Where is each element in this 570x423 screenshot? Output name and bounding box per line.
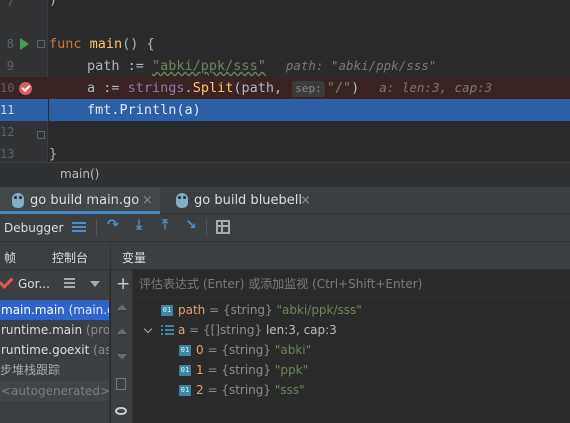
- variables-panel: + 01 path = {string} "abki/ppk/sss" a = …: [111, 270, 570, 423]
- string-literal: "/": [326, 80, 352, 96]
- inline-value-hint: a: len:3, cap:3: [379, 80, 493, 95]
- line-number: 8: [6, 37, 14, 51]
- string-literal: "abki/ppk/sss": [152, 58, 266, 74]
- code-line: path := "abki/ppk/sss" path: "abki/ppk/ss…: [87, 58, 437, 74]
- variable-value: "abki": [274, 343, 312, 357]
- code-line: ): [49, 0, 58, 8]
- variable-icon: 01: [179, 365, 191, 376]
- chevron-down-icon[interactable]: [90, 281, 100, 287]
- frame-item[interactable]: runtime.main (proc: [0, 320, 109, 340]
- run-to-cursor-icon[interactable]: ↘: [182, 217, 200, 236]
- variable-value: "abki/ppk/sss": [276, 303, 362, 317]
- filter-icon[interactable]: [64, 278, 75, 280]
- add-watch-icon[interactable]: +: [116, 274, 130, 294]
- eye-icon[interactable]: [115, 407, 127, 415]
- gutter-line: 9: [0, 55, 48, 77]
- slice-icon: [161, 324, 174, 337]
- code-line: func main() {: [49, 36, 155, 52]
- tab-frames[interactable]: 帧: [4, 249, 16, 266]
- evaluate-expression-bar[interactable]: [133, 270, 570, 298]
- code-line: }: [49, 146, 58, 162]
- tab-go-build-bluebell[interactable]: go build bluebell ×: [164, 187, 314, 214]
- frame-item[interactable]: main.main (main.go: [0, 300, 109, 320]
- code-editor[interactable]: 7 8 9 10 11 12 13 ) func main() { path :…: [0, 0, 570, 162]
- variable-name: 2: [196, 383, 204, 397]
- inline-value-hint: path: "abki/ppk/sss": [285, 58, 437, 73]
- move-down-icon[interactable]: [117, 354, 127, 360]
- variable-name: path: [178, 303, 206, 317]
- function-call: Split: [192, 80, 234, 96]
- variables-sidebar: +: [111, 270, 133, 423]
- toolbar-divider: [206, 219, 207, 236]
- tab-console[interactable]: 控制台: [52, 249, 88, 266]
- step-out-icon[interactable]: ⤒: [156, 217, 174, 236]
- move-up-icon[interactable]: [117, 304, 127, 310]
- close-icon[interactable]: ×: [300, 187, 311, 214]
- thread-name: Gor...: [18, 277, 50, 291]
- variable-row[interactable]: 01 1 = {string} "ppk": [179, 360, 308, 380]
- line-number: 11: [0, 103, 15, 117]
- breakpoint-line: a := strings.Split(path, sep: "/") a: len:…: [49, 77, 570, 99]
- parameter-hint: sep:: [292, 81, 325, 97]
- variable-row[interactable]: 01 2 = {string} "sss": [179, 380, 305, 400]
- variable-row[interactable]: 01 0 = {string} "abki": [179, 340, 311, 360]
- panel-divider: [110, 242, 111, 270]
- package-name: strings: [127, 80, 185, 96]
- check-icon: [0, 274, 14, 289]
- fold-icon[interactable]: [37, 131, 45, 139]
- frame-item[interactable]: <autogenerated>:2: [0, 381, 109, 401]
- step-over-icon[interactable]: ↷: [104, 217, 122, 236]
- execution-line: fmt.Println(a): [49, 99, 570, 121]
- line-number: 12: [0, 125, 15, 139]
- line-number: 10: [0, 81, 15, 95]
- close-icon[interactable]: ×: [142, 187, 153, 214]
- gutter-line: 13: [0, 131, 48, 162]
- variable-name: 0: [196, 343, 204, 357]
- gopher-icon: [12, 193, 24, 208]
- variable-value: "ppk": [274, 363, 309, 377]
- frames-panel: Gor... main.main (main.go runtime.main (…: [0, 270, 110, 423]
- layout-menu-icon[interactable]: [70, 218, 88, 236]
- fold-icon[interactable]: [37, 40, 45, 48]
- frame-item[interactable]: runtime.goexit (asm: [0, 340, 109, 360]
- debugger-tab[interactable]: Debugger: [4, 221, 63, 235]
- variable-value: len:3, cap:3: [265, 323, 337, 337]
- line-number: 9: [6, 59, 14, 73]
- async-stack-trace-label: 异步堆栈跟踪: [0, 363, 61, 377]
- chevron-down-icon[interactable]: [143, 324, 153, 334]
- tab-go-build-main[interactable]: go build main.go ×: [0, 187, 160, 214]
- variable-row[interactable]: 01 path = {string} "abki/ppk/sss": [161, 300, 362, 320]
- gutter-line[interactable]: 8: [0, 33, 48, 55]
- run-gutter-icon[interactable]: [20, 38, 29, 50]
- line-number: 13: [0, 147, 15, 161]
- keyword: func: [49, 36, 82, 52]
- thread-selector[interactable]: Gor...: [0, 270, 109, 298]
- gutter-line[interactable]: 10: [0, 77, 48, 99]
- variable-icon: 01: [179, 345, 191, 356]
- variable-value: "sss": [274, 383, 305, 397]
- variable-icon: 01: [179, 385, 191, 396]
- debug-panel-tabs: 帧 控制台 变量: [0, 242, 570, 270]
- toolbar-divider: [96, 219, 97, 236]
- copy-icon[interactable]: [116, 378, 126, 390]
- evaluate-expression-input[interactable]: [139, 274, 564, 294]
- breadcrumb-item[interactable]: main(): [60, 167, 99, 181]
- variable-icon: 01: [161, 305, 173, 316]
- debug-session-tabs: go build main.go × go build bluebell ×: [0, 186, 570, 214]
- gutter-line: 11: [0, 99, 48, 121]
- breakpoint-icon[interactable]: [19, 82, 32, 95]
- breadcrumb[interactable]: main(): [0, 162, 570, 186]
- debugger-toolbar: Debugger ↷ ⤓ ⤒ ↘: [0, 214, 570, 242]
- variable-row[interactable]: a = {[]string} len:3, cap:3: [143, 320, 337, 340]
- move-up-icon[interactable]: [117, 328, 127, 334]
- step-into-icon[interactable]: ⤓: [130, 217, 148, 236]
- editor-gutter: 7 8 9 10 11 12 13: [0, 0, 48, 162]
- variable-name: 1: [196, 363, 204, 377]
- gopher-icon: [176, 193, 188, 208]
- gutter-line: 7: [6, 0, 14, 9]
- tab-variables[interactable]: 变量: [122, 249, 146, 266]
- evaluate-table-icon[interactable]: [214, 218, 232, 236]
- function-name: main: [89, 36, 123, 52]
